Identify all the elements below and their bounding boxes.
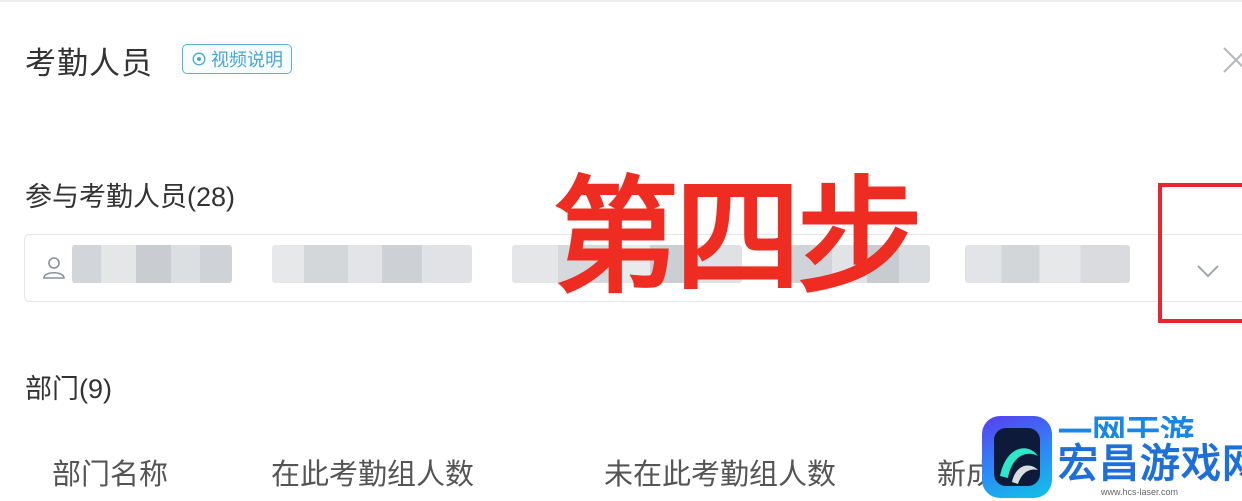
departments-label: 部门(9) xyxy=(25,374,112,404)
watermark-url: www.hcs-laser.com xyxy=(1101,487,1179,497)
dialog-title: 考勤人员 xyxy=(25,46,153,81)
video-guide-label: 视频说明 xyxy=(211,50,283,70)
column-header-not-in-group[interactable]: 未在此考勤组人数 xyxy=(604,451,836,493)
play-circle-icon xyxy=(192,52,206,66)
user-icon xyxy=(43,257,65,279)
highlight-box xyxy=(1158,183,1242,323)
watermark-logo xyxy=(982,416,1052,498)
column-header-in-group[interactable]: 在此考勤组人数 xyxy=(271,451,474,493)
video-guide-button[interactable]: 视频说明 xyxy=(182,44,292,74)
step-annotation: 第四步 xyxy=(553,164,923,311)
close-icon[interactable] xyxy=(1218,40,1242,80)
column-header-dept-name[interactable]: 部门名称 xyxy=(52,451,168,493)
watermark-site-name: 宏昌游戏网 xyxy=(1058,442,1242,486)
top-divider xyxy=(0,0,1242,2)
participants-label: 参与考勤人员(28) xyxy=(25,182,236,212)
watermark-top-text: 一网干游 xyxy=(1058,416,1194,438)
